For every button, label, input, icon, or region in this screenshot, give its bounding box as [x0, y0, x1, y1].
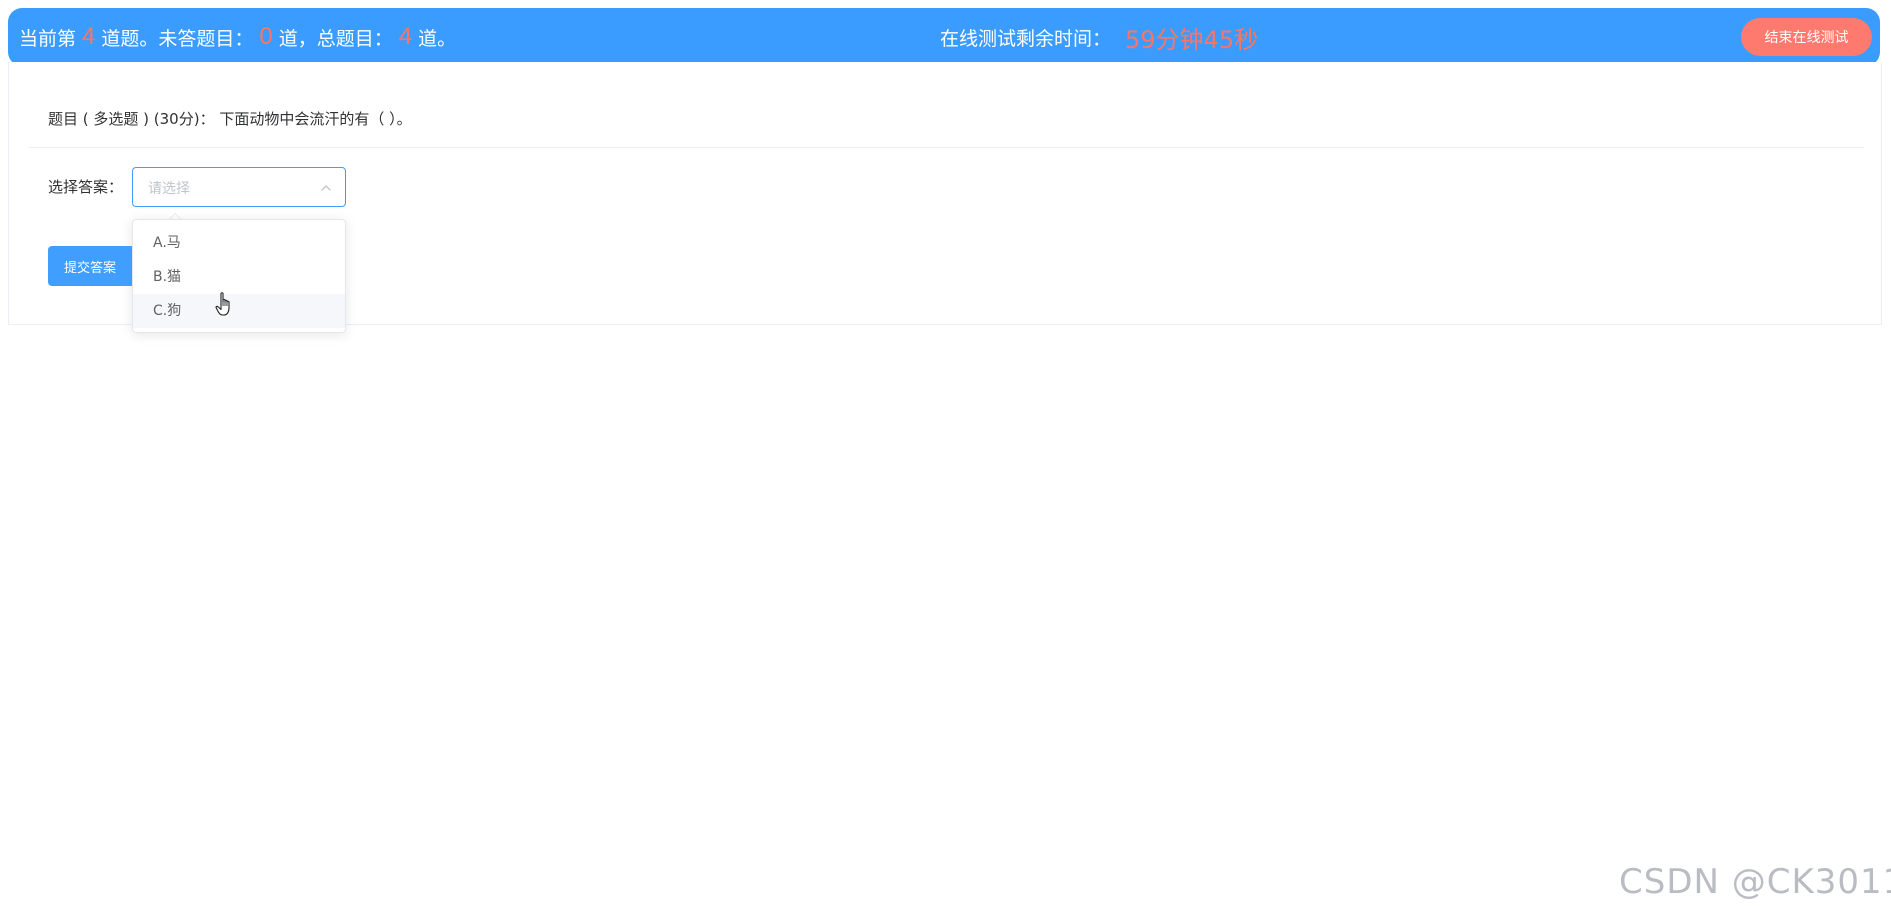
countdown: 在线测试剩余时间： 59分钟45秒 [940, 8, 1258, 66]
total-question-count: 4 [398, 23, 413, 50]
progress-after-current: 道题。未答题目： [101, 27, 254, 50]
current-question-number: 4 [82, 23, 96, 50]
timer-value: 59分钟45秒 [1125, 25, 1259, 54]
progress-prefix: 当前第 [19, 27, 77, 50]
test-header: 当前第 4 道题。未答题目： 0 道，总题目： 4 道。 在线测试剩余时间： 5… [8, 8, 1880, 66]
option-c[interactable]: C.狗 [133, 294, 345, 328]
hand-pointer-icon [215, 292, 230, 316]
option-b[interactable]: B.猫 [133, 260, 345, 294]
chevron-up-icon [321, 185, 331, 191]
unanswered-count: 0 [259, 23, 273, 50]
progress-summary: 当前第 4 道题。未答题目： 0 道，总题目： 4 道。 [19, 8, 456, 66]
answer-select[interactable]: 请选择 [132, 167, 346, 207]
submit-answer-button[interactable]: 提交答案 [48, 246, 132, 286]
divider [28, 147, 1864, 148]
select-placeholder: 请选择 [148, 181, 190, 197]
answer-label: 选择答案： [48, 178, 124, 196]
progress-after-unanswered: 道，总题目： [278, 27, 393, 50]
answer-dropdown: A.马 B.猫 C.狗 [132, 219, 346, 333]
watermark: CSDN @CK3011 [1619, 862, 1891, 902]
question-text: 题目 ( 多选题 ) (30分)： 下面动物中会流汗的有（ ）。 [48, 110, 412, 128]
timer-label: 在线测试剩余时间： [940, 27, 1112, 50]
end-test-button[interactable]: 结束在线测试 [1741, 18, 1872, 56]
option-a[interactable]: A.马 [133, 226, 345, 260]
progress-suffix: 道。 [418, 27, 457, 50]
